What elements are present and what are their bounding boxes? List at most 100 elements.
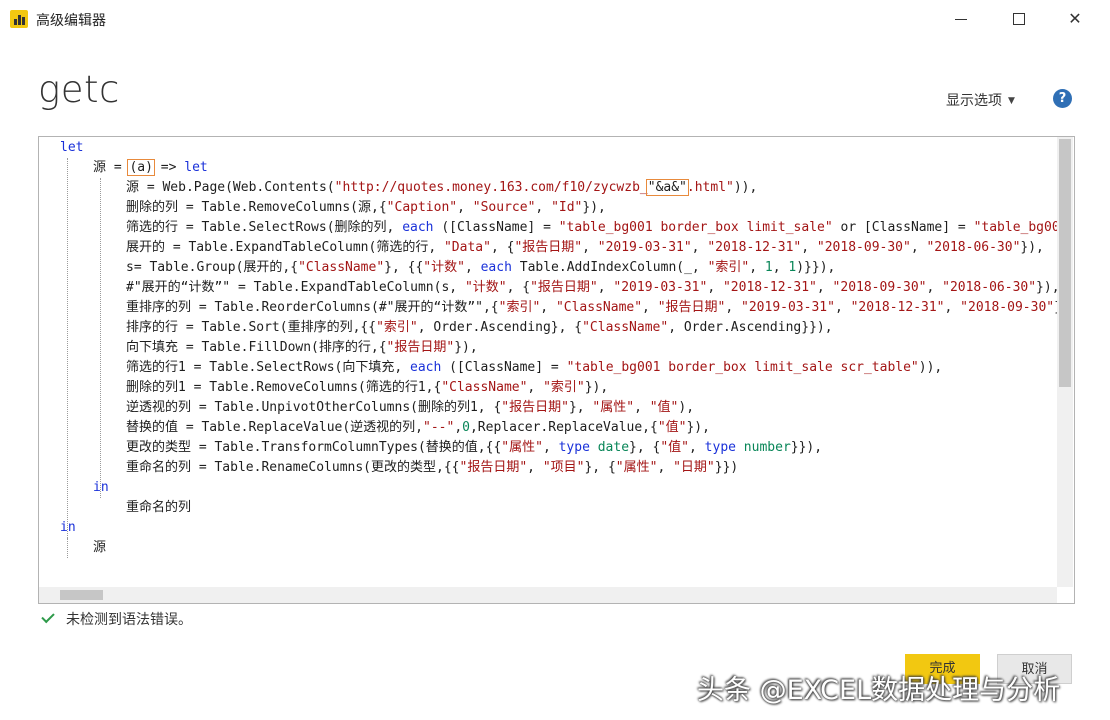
vertical-scrollbar[interactable] (1057, 137, 1073, 587)
watermark: 头条 @EXCEL数据处理与分析 (697, 675, 1061, 706)
code-token: "2018-06-30" (926, 240, 1021, 255)
maximize-button[interactable] (995, 4, 1041, 34)
code-token: "属性" (501, 440, 543, 455)
code-token: "2019-03-31" (741, 300, 835, 315)
code-token: "table_bg001 border_box limit_sale scr_t… (566, 360, 919, 375)
code-token: }), (582, 200, 606, 215)
code-token: , (816, 280, 833, 295)
code-token: #"展开的“计数”" = Table.ExpandTableColumn(s, (126, 280, 465, 295)
code-token: let (60, 140, 84, 155)
code-token: 重命名的列 (126, 500, 192, 515)
code-token: , Order.Ascending}}), (668, 320, 833, 335)
code-token: )), (918, 360, 943, 375)
display-options-dropdown[interactable]: 显示选项 ▼ (946, 90, 1015, 110)
indent-guide (67, 538, 68, 558)
code-token: s= Table.Group(展开的,{ (126, 260, 299, 275)
code-token: 筛选的行1 = Table.SelectRows(向下填充, (126, 360, 411, 375)
indent-guide (100, 178, 101, 498)
code-area[interactable]: let 源 = (a) => let 源 = Web.Page(Web.Conten… (39, 137, 1057, 587)
help-icon[interactable]: ? (1053, 89, 1072, 108)
code-token: each (480, 260, 512, 275)
code-token: "报告日期" (501, 400, 569, 415)
code-token: , (464, 260, 481, 275)
code-token: , { (490, 240, 515, 255)
code-token: , (597, 280, 614, 295)
code-token: each (402, 220, 434, 235)
code-token: , (540, 300, 556, 315)
code-token: , (707, 280, 723, 295)
code-token: "计数" (464, 280, 507, 295)
code-token: 筛选的行 = Table.SelectRows(删除的列, (126, 220, 403, 235)
code-token: , (772, 260, 789, 275)
code-token: , (801, 240, 817, 255)
code-token: 删除的列1 = Table.RemoveColumns(筛选的行1,{ (126, 380, 442, 395)
code-token: "Id" (551, 200, 583, 215)
code-token: type (704, 440, 736, 455)
code-token: ), (678, 400, 695, 415)
code-token: "2018-09-30" (816, 240, 911, 255)
code-token: }}) (714, 460, 739, 475)
code-token: ([ClassName] = (433, 220, 559, 235)
code-token: }), (584, 380, 609, 395)
code-token: }, { (584, 460, 616, 475)
code-token: "Caption" (386, 200, 458, 215)
caret-down-icon: ▼ (1008, 96, 1015, 106)
code-editor[interactable]: let 源 = (a) => let 源 = Web.Page(Web.Conten… (38, 136, 1075, 604)
close-icon: ✕ (1068, 9, 1082, 28)
code-token: , (634, 400, 650, 415)
code-token: "报告日期" (459, 460, 528, 475)
code-token: 删除的列 = Table.RemoveColumns(源,{ (126, 200, 387, 215)
code-token: "报告日期" (514, 240, 583, 255)
code-token: "ClassName" (298, 260, 385, 275)
code-token: "索引" (498, 300, 541, 315)
code-line: 重排序的列 = Table.ReorderColumns(#"展开的“计数”",… (126, 298, 1057, 318)
code-token: ([ClassName] = (441, 360, 567, 375)
minimize-icon (955, 19, 967, 20)
code-token: 源 = (93, 160, 130, 175)
code-token: date (589, 440, 630, 455)
code-token: "2018-09-30" (960, 300, 1055, 315)
code-token: .html" (686, 180, 734, 195)
code-token: "值" (660, 440, 690, 455)
code-token: 源 = Web.Page(Web.Contents( (126, 180, 335, 195)
code-token: "索引" (376, 320, 418, 335)
title-bar: 高级编辑器 ✕ (0, 0, 1110, 38)
code-token: "项目" (542, 460, 585, 475)
syntax-status-message: 未检测到语法错误。 (66, 612, 192, 628)
code-token: "ClassName" (441, 380, 528, 395)
code-token: or [ClassName] = (832, 220, 974, 235)
code-token: 源 (93, 540, 107, 555)
code-token: , (542, 440, 559, 455)
power-bi-icon (10, 10, 28, 28)
code-token: }), (1020, 240, 1044, 255)
code-token: "日期" (673, 460, 715, 475)
code-token: , { (506, 280, 531, 295)
code-token: }}), (790, 440, 823, 455)
check-icon (41, 609, 55, 624)
code-token: "值" (649, 400, 679, 415)
code-token: , (691, 240, 708, 255)
code-token: , (725, 300, 742, 315)
code-token: ,Replacer.ReplaceValue,{ (469, 420, 658, 435)
code-line: 逆透视的列 = Table.UnpivotOtherColumns(删除的列1,… (126, 398, 694, 418)
horizontal-scrollbar[interactable] (39, 587, 1057, 603)
vertical-scrollbar-thumb[interactable] (1059, 139, 1071, 387)
code-line: 删除的列 = Table.RemoveColumns(源,{"Caption",… (126, 198, 606, 218)
close-button[interactable]: ✕ (1052, 4, 1098, 34)
code-token: "table_bg001 border_box limit_sale" (558, 220, 833, 235)
code-token: "报告日期" (657, 300, 726, 315)
code-token: , (457, 200, 473, 215)
code-line: 删除的列1 = Table.RemoveColumns(筛选的行1,{"Clas… (126, 378, 608, 398)
code-token: 逆透视的列 = Table.UnpivotOtherColumns(删除的列1,… (126, 400, 502, 415)
query-name-title: getc (38, 68, 120, 111)
code-token: "2018-12-31" (722, 280, 817, 295)
code-line: 重命名的列 = Table.RenameColumns(更改的类型,{{"报告日… (126, 458, 738, 478)
code-token: "table_bg001 border_box limit_sale scr_t… (973, 220, 1057, 235)
code-line: 更改的类型 = Table.TransformColumnTypes(替换的值,… (126, 438, 822, 458)
horizontal-scrollbar-thumb[interactable] (60, 590, 103, 600)
minimize-button[interactable] (938, 4, 984, 34)
code-token: 排序的行 = Table.Sort(重排序的列,{{ (126, 320, 377, 335)
code-token: "计数" (423, 260, 465, 275)
code-token: "2018-12-31" (850, 300, 945, 315)
code-line: 源 = (a) => let (93, 158, 208, 178)
